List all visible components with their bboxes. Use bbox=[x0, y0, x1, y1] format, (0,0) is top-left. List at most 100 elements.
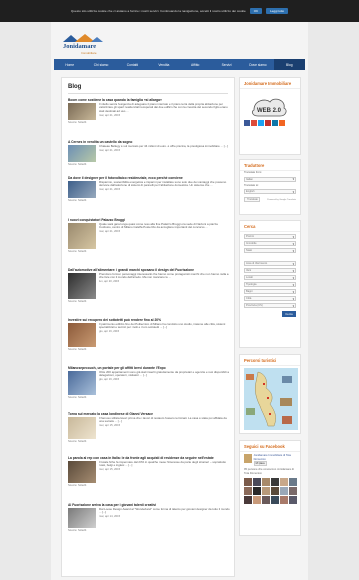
post-source[interactable]: Source: Sole24 bbox=[68, 250, 230, 253]
post-excerpt: Quale sarà gara lunga quasi come reso al… bbox=[99, 222, 218, 230]
cookie-text: Questo sito utilizza cookie che ci aiuta… bbox=[70, 9, 246, 13]
linkedin-icon[interactable] bbox=[272, 120, 278, 126]
post-thumbnail[interactable] bbox=[68, 103, 96, 120]
sidebar-brand-widget: Jonidamare Immobiliare WEB 2.0 bbox=[239, 77, 301, 155]
fan-avatar[interactable] bbox=[244, 478, 252, 486]
post-source[interactable]: Source: Sole24 bbox=[68, 529, 230, 532]
site-logo[interactable]: Jonidamare Immobiliare bbox=[61, 33, 105, 57]
post-date: mer, apr 15, 2015 bbox=[99, 468, 121, 472]
fan-avatar[interactable] bbox=[289, 487, 297, 495]
widget-title: Jonidamare Immobiliare bbox=[240, 78, 300, 89]
page-container: Jonidamare Immobiliare Home Chi siamo Co… bbox=[51, 22, 308, 580]
fan-avatar[interactable] bbox=[253, 496, 261, 504]
translate-powered[interactable]: Powered by Google Translate bbox=[267, 199, 296, 201]
search-button[interactable]: Cerca bbox=[282, 311, 296, 317]
post-source[interactable]: Source: Sole24 bbox=[68, 121, 230, 124]
post-source[interactable]: Source: Sole24 bbox=[68, 348, 230, 351]
nav-item-blog[interactable]: Blog bbox=[273, 59, 305, 70]
google-plus-icon[interactable] bbox=[251, 120, 257, 126]
nav-item-affitto[interactable]: Affitto bbox=[180, 59, 211, 70]
sidebar-map-widget: Percorsi turistici bbox=[239, 354, 301, 434]
nav-item-chi-siamo[interactable]: Chi siamo bbox=[85, 59, 116, 70]
nav-item-contatti[interactable]: Contatti bbox=[117, 59, 148, 70]
fan-avatar[interactable] bbox=[280, 496, 288, 504]
post-source[interactable]: Source: Sole24 bbox=[68, 440, 230, 443]
post-thumbnail[interactable] bbox=[68, 461, 96, 483]
facebook-page-avatar[interactable] bbox=[244, 454, 252, 463]
post-excerpt: Il patrimonio edilizio fino dei Politecn… bbox=[99, 322, 226, 330]
blog-post: Investire sui recupero dei sottotetti pu… bbox=[68, 318, 230, 351]
facebook-like-button[interactable]: Mi piace bbox=[253, 461, 267, 466]
fan-avatar[interactable] bbox=[262, 487, 270, 495]
translate-from-select[interactable]: Italian ▾ bbox=[244, 176, 296, 182]
rss-icon[interactable] bbox=[279, 120, 285, 126]
select-citta[interactable]: Città ▾ bbox=[244, 296, 296, 301]
select-immobile[interactable]: Immobile ▾ bbox=[244, 241, 296, 246]
cookie-ok-button[interactable]: OK bbox=[249, 8, 263, 14]
nav-item-servizi[interactable]: Servizi bbox=[211, 59, 242, 70]
post-source[interactable]: Source: Sole24 bbox=[68, 484, 230, 487]
fan-avatar[interactable] bbox=[271, 478, 279, 486]
post-thumbnail[interactable] bbox=[68, 508, 96, 528]
fan-avatar[interactable] bbox=[280, 487, 288, 495]
select-vani[interactable]: Vani ▾ bbox=[244, 268, 296, 273]
post-thumbnail[interactable] bbox=[68, 417, 96, 439]
cookie-more-button[interactable]: Leggi tutto bbox=[266, 8, 289, 14]
facebook-page-name[interactable]: Jonidamare Immobiliare di Tota Domenico bbox=[254, 454, 296, 461]
widget-title: Percorsi turistici bbox=[240, 355, 300, 366]
fan-avatar[interactable] bbox=[280, 478, 288, 486]
select-bagni[interactable]: Bagni ▾ bbox=[244, 289, 296, 294]
post-thumbnail[interactable] bbox=[68, 273, 96, 299]
select-locali[interactable]: Locali ▾ bbox=[244, 275, 296, 280]
fan-avatar[interactable] bbox=[244, 487, 252, 495]
select-area[interactable]: Area di riferimento ▾ bbox=[244, 261, 296, 266]
widget-title: Seguici su Facebook bbox=[240, 441, 300, 452]
fan-avatar[interactable] bbox=[262, 496, 270, 504]
sidebar-search-widget: Cerca Prezzo ▾ Immobile ▾ Stato ▾ Area di r… bbox=[239, 220, 301, 348]
facebook-fans bbox=[240, 475, 300, 507]
blog-post: Torna sul mercato la casa londinese di G… bbox=[68, 412, 230, 443]
logo-subtitle: Immobiliare bbox=[81, 51, 97, 55]
twitter-icon[interactable] bbox=[258, 120, 264, 126]
nav-item-home[interactable]: Home bbox=[54, 59, 85, 70]
cookie-bar: Questo sito utilizza cookie che ci aiuta… bbox=[0, 0, 359, 22]
post-thumbnail[interactable] bbox=[68, 181, 96, 198]
post-source[interactable]: Source: Sole24 bbox=[68, 163, 230, 166]
post-source[interactable]: Source: Sole24 bbox=[68, 300, 230, 303]
post-date: mar, apr 14, 2015 bbox=[99, 515, 121, 519]
post-thumbnail[interactable] bbox=[68, 323, 96, 347]
post-source[interactable]: Source: Sole24 bbox=[68, 199, 230, 202]
post-thumbnail[interactable] bbox=[68, 145, 96, 162]
blog-post: Boom come sostiene la casa quando la fam… bbox=[68, 98, 230, 124]
facebook-icon[interactable] bbox=[244, 120, 250, 126]
select-stato[interactable]: Stato ▾ bbox=[244, 248, 296, 253]
select-provincia[interactable]: Provincia (CS) ▾ bbox=[244, 303, 296, 308]
tourist-map[interactable] bbox=[244, 368, 298, 430]
translate-button[interactable]: Translate bbox=[244, 197, 260, 202]
fan-avatar[interactable] bbox=[262, 478, 270, 486]
fan-avatar[interactable] bbox=[289, 496, 297, 504]
select-prezzo[interactable]: Prezzo ▾ bbox=[244, 234, 296, 239]
fan-avatar[interactable] bbox=[289, 478, 297, 486]
sidebar-facebook-widget: Seguici su Facebook Jonidamare Immobilia… bbox=[239, 440, 301, 536]
post-date: mar, apr 21, 2015 bbox=[99, 113, 121, 117]
post-excerpt: Prendono forma i personaggi interessanti… bbox=[99, 272, 229, 280]
main-nav: Home Chi siamo Contatti Vendita Affitto … bbox=[54, 59, 305, 70]
fan-avatar[interactable] bbox=[244, 496, 252, 504]
blog-post: Al Fuorisalone arriva la casa per i giov… bbox=[68, 503, 230, 532]
select-tipologia[interactable]: Tipologia ▾ bbox=[244, 282, 296, 287]
post-thumbnail[interactable] bbox=[68, 223, 96, 249]
nav-item-dove-siamo[interactable]: Dove siamo bbox=[242, 59, 273, 70]
post-excerpt: Il totale fiche fa impennare dal 23% in … bbox=[99, 460, 227, 468]
web20-badge: WEB 2.0 bbox=[251, 98, 287, 117]
translate-to-select[interactable]: English ▾ bbox=[244, 189, 296, 194]
fan-avatar[interactable] bbox=[253, 478, 261, 486]
post-excerpt: Risparmio, sostenibilità energetica e ri… bbox=[99, 180, 227, 188]
youtube-icon[interactable] bbox=[265, 120, 271, 126]
fan-avatar[interactable] bbox=[271, 496, 279, 504]
fan-avatar[interactable] bbox=[253, 487, 261, 495]
post-source[interactable]: Source: Sole24 bbox=[68, 396, 230, 399]
nav-item-vendita[interactable]: Vendita bbox=[148, 59, 179, 70]
post-thumbnail[interactable] bbox=[68, 371, 96, 395]
fan-avatar[interactable] bbox=[271, 487, 279, 495]
